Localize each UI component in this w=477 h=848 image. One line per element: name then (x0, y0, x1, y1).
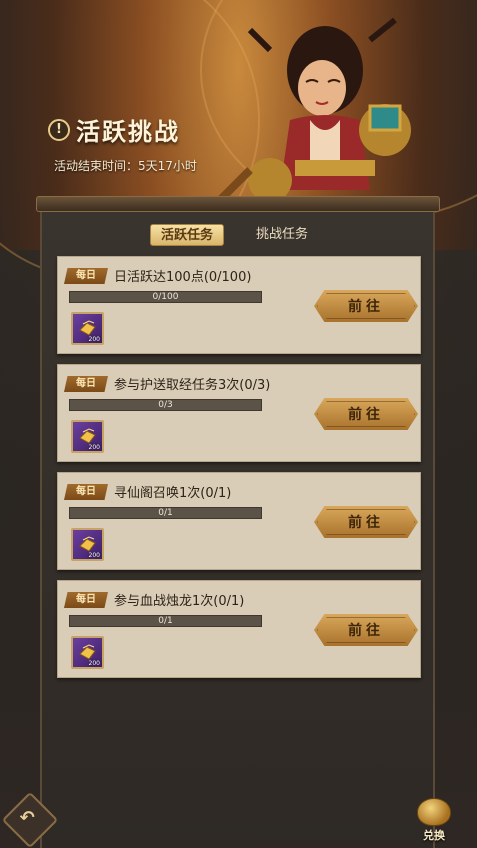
progress-text: 0/3 (158, 400, 173, 410)
back-arrow-icon: ↶ (19, 807, 35, 829)
countdown-label: 活动结束时间： (54, 159, 139, 173)
task-progress-bar: 0/1 (69, 507, 262, 519)
daily-tag: 每日 (64, 376, 108, 392)
task-progress-bar: 0/100 (69, 291, 262, 303)
task-card: 每日 寻仙阁召唤1次(0/1) 0/1 200 前往 (57, 472, 421, 570)
go-button[interactable]: 前往 (314, 614, 418, 646)
progress-text: 0/1 (158, 508, 173, 518)
go-button[interactable]: 前往 (314, 290, 418, 322)
reward-item-icon[interactable]: 200 (71, 312, 104, 345)
task-progress-bar: 0/3 (69, 399, 262, 411)
go-button[interactable]: 前往 (314, 506, 418, 538)
exchange-label: 兑换 (423, 829, 445, 842)
task-name: 日活跃达100点(0/100) (114, 270, 252, 285)
event-countdown: 活动结束时间：5天17小时 (54, 157, 197, 174)
treasure-pot-icon (417, 798, 451, 826)
task-tabs: 活跃任务 挑战任务 (150, 224, 318, 246)
countdown-value: 5天17小时 (138, 159, 197, 173)
task-name: 寻仙阁召唤1次(0/1) (114, 486, 232, 501)
page-title: 活跃挑战 (76, 117, 180, 146)
reward-item-icon[interactable]: 200 (71, 528, 104, 561)
daily-tag: 每日 (64, 268, 108, 284)
reward-quantity: 200 (88, 336, 100, 343)
exclamation-icon: ! (48, 118, 70, 141)
task-card: 每日 日活跃达100点(0/100) 0/100 200 前往 (57, 256, 421, 354)
daily-tag: 每日 (64, 484, 108, 500)
task-name: 参与血战烛龙1次(0/1) (114, 594, 245, 609)
reward-quantity: 200 (88, 660, 100, 667)
task-progress-bar: 0/1 (69, 615, 262, 627)
progress-text: 0/100 (152, 292, 179, 302)
tab-active-tasks[interactable]: 活跃任务 (150, 224, 225, 246)
game-background: ! 活跃挑战 活动结束时间：5天17小时 活跃任务 挑战任务 每日 日活跃达10… (0, 0, 477, 848)
reward-item-icon[interactable]: 200 (71, 420, 104, 453)
progress-text: 0/1 (158, 616, 173, 626)
tab-challenge-tasks[interactable]: 挑战任务 (246, 224, 318, 246)
panel-header-frame (36, 196, 440, 212)
daily-tag: 每日 (64, 592, 108, 608)
task-card: 每日 参与血战烛龙1次(0/1) 0/1 200 前往 (57, 580, 421, 678)
activity-title-block: ! 活跃挑战 (48, 112, 180, 147)
reward-quantity: 200 (88, 444, 100, 451)
go-button[interactable]: 前往 (314, 398, 418, 430)
exchange-button[interactable]: 兑换 (410, 796, 458, 844)
task-card: 每日 参与护送取经任务3次(0/3) 0/3 200 前往 (57, 364, 421, 462)
reward-item-icon[interactable]: 200 (71, 636, 104, 669)
task-name: 参与护送取经任务3次(0/3) (114, 378, 271, 393)
reward-quantity: 200 (88, 552, 100, 559)
